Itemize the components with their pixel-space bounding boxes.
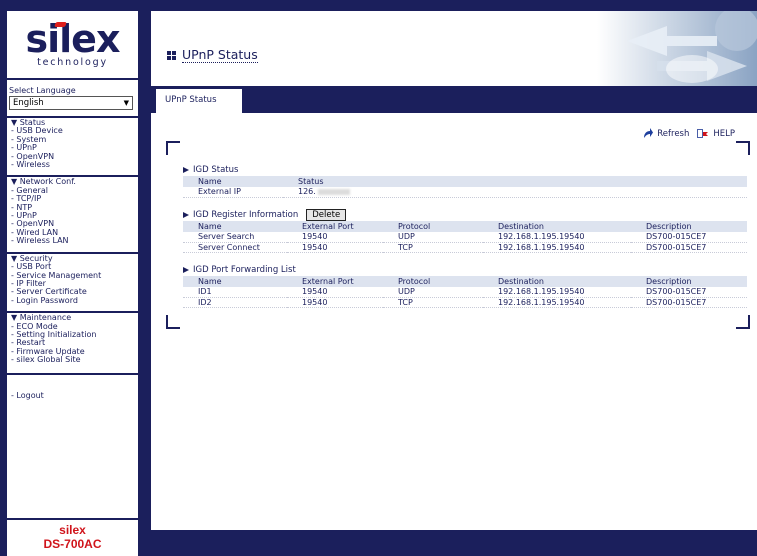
igd-status-heading: IGD Status [183, 164, 747, 176]
column-header: External Port [287, 221, 383, 232]
external-ip-value: 126. [298, 187, 316, 197]
column-header: Name [183, 276, 287, 287]
igd-register-section: IGD Register Information Delete Name Exte… [183, 209, 747, 253]
igd-status-table: Name Status External IP 126. [183, 176, 747, 198]
logo-dot [53, 21, 67, 27]
help-button[interactable]: HELP [697, 128, 735, 139]
cell-name: External IP [183, 187, 283, 198]
table-cell: DS700-015CE7 [631, 287, 747, 298]
logout-link[interactable]: - Logout [7, 372, 138, 400]
column-header: Name [183, 221, 287, 232]
column-header: Protocol [383, 276, 483, 287]
column-header: Protocol [383, 221, 483, 232]
column-header: Destination [483, 276, 631, 287]
nav-menu: ▼ Status - USB Device - System - UPnP - Open… [7, 116, 138, 365]
igd-status-title: IGD Status [193, 165, 239, 175]
language-value: English [13, 98, 44, 108]
nav-group: ▼ Maintenance - ECO Mode - Setting Initial… [7, 311, 138, 364]
column-header: Description [631, 276, 747, 287]
igd-register-heading: IGD Register Information Delete [183, 209, 747, 221]
nav-group: ▼ Status - USB Device - System - UPnP - Open… [7, 116, 138, 169]
table-cell: 192.168.1.195.19540 [483, 297, 631, 308]
nav-group: ▼ Network Conf. - General - TCP/IP - NTP - U… [7, 175, 138, 245]
table-cell: 19540 [287, 297, 383, 308]
device-brand: silex [59, 523, 86, 537]
language-label: Select Language [9, 86, 76, 95]
table-cell: TCP [383, 297, 483, 308]
device-label: silex DS-700AC [7, 518, 138, 556]
column-header: Description [631, 221, 747, 232]
chevron-down-icon: ▼ [123, 99, 129, 107]
sidebar-link[interactable]: - Wireless [11, 160, 138, 169]
igd-status-section: IGD Status Name Status External IP 126. [183, 164, 747, 198]
sidebar: silex technology Select Language English… [7, 11, 139, 556]
table-cell: UDP [383, 232, 483, 243]
sidebar-link[interactable]: - Wireless LAN [11, 236, 138, 245]
table-cell: 192.168.1.195.19540 [483, 232, 631, 243]
main-panel: UPnP Status UPnP Status Refresh HELP IGD… [151, 11, 757, 556]
table-cell: ID1 [183, 287, 287, 298]
redacted-ip [317, 188, 350, 195]
page-title: UPnP Status [167, 47, 258, 63]
igd-forward-heading: IGD Port Forwarding List [183, 264, 747, 276]
table-row: Server Search 19540 UDP 192.168.1.195.19540… [183, 232, 747, 243]
table-cell: DS700-015CE7 [631, 242, 747, 253]
language-select[interactable]: English ▼ [9, 96, 133, 110]
igd-forward-section: IGD Port Forwarding List Name External Po… [183, 264, 747, 308]
frame-corner [166, 315, 180, 329]
table-cell: DS700-015CE7 [631, 297, 747, 308]
igd-register-table: Name External Port Protocol Destination Desc… [183, 221, 747, 253]
table-cell: 192.168.1.195.19540 [483, 287, 631, 298]
column-header: External Port [287, 276, 383, 287]
frame-corner [736, 315, 750, 329]
tab-upnp-status[interactable]: UPnP Status [156, 89, 242, 113]
refresh-button[interactable]: Refresh [643, 128, 689, 139]
cell-status: 126. [283, 187, 747, 198]
page-title-text: UPnP Status [182, 47, 258, 63]
igd-forward-title: IGD Port Forwarding List [193, 265, 296, 275]
table-cell: Server Connect [183, 242, 287, 253]
frame-corner [166, 141, 180, 155]
table-row: ID1 19540 UDP 192.168.1.195.19540 DS700-015C… [183, 287, 747, 298]
device-model: DS-700AC [43, 537, 102, 551]
triangle-bullet-icon [183, 267, 189, 273]
column-header: Status [283, 176, 747, 187]
table-cell: Server Search [183, 232, 287, 243]
table-cell: TCP [383, 242, 483, 253]
title-bullet-icon [167, 50, 176, 60]
triangle-bullet-icon [183, 167, 189, 173]
page-header: UPnP Status [151, 11, 757, 86]
help-book-icon [697, 129, 709, 138]
column-header: Name [183, 176, 283, 187]
table-cell: ID2 [183, 297, 287, 308]
table-cell: 19540 [287, 287, 383, 298]
table-row: External IP 126. [183, 187, 747, 198]
footer-bar [151, 530, 757, 556]
table-cell: 19540 [287, 232, 383, 243]
table-cell: UDP [383, 287, 483, 298]
triangle-bullet-icon [183, 212, 189, 218]
frame-corner [736, 141, 750, 155]
nav-group: ▼ Security - USB Port - Service Management… [7, 251, 138, 305]
delete-button[interactable]: Delete [306, 209, 347, 221]
tab-bar: UPnP Status [151, 86, 757, 113]
table-cell: 19540 [287, 242, 383, 253]
table-row: ID2 19540 TCP 192.168.1.195.19540 DS700-015C… [183, 297, 747, 308]
toolbar: Refresh HELP [643, 128, 735, 139]
table-cell: 192.168.1.195.19540 [483, 242, 631, 253]
column-header: Destination [483, 221, 631, 232]
refresh-arrow-icon [644, 128, 654, 138]
sidebar-link[interactable]: - Login Password [11, 296, 138, 305]
refresh-label: Refresh [657, 128, 690, 139]
logo-wordmark: silex [25, 16, 121, 61]
help-label: HELP [713, 128, 735, 139]
table-row: Server Connect 19540 TCP 192.168.1.195.1954… [183, 242, 747, 253]
silex-logo[interactable]: silex technology [7, 11, 138, 80]
igd-register-title: IGD Register Information [193, 210, 299, 220]
sidebar-link[interactable]: - silex Global Site [11, 355, 138, 364]
table-cell: DS700-015CE7 [631, 232, 747, 243]
content-frame: IGD Status Name Status External IP 126. … [166, 141, 750, 329]
igd-forward-table: Name External Port Protocol Destination Desc… [183, 276, 747, 308]
header-arrows-graphic [597, 11, 757, 86]
